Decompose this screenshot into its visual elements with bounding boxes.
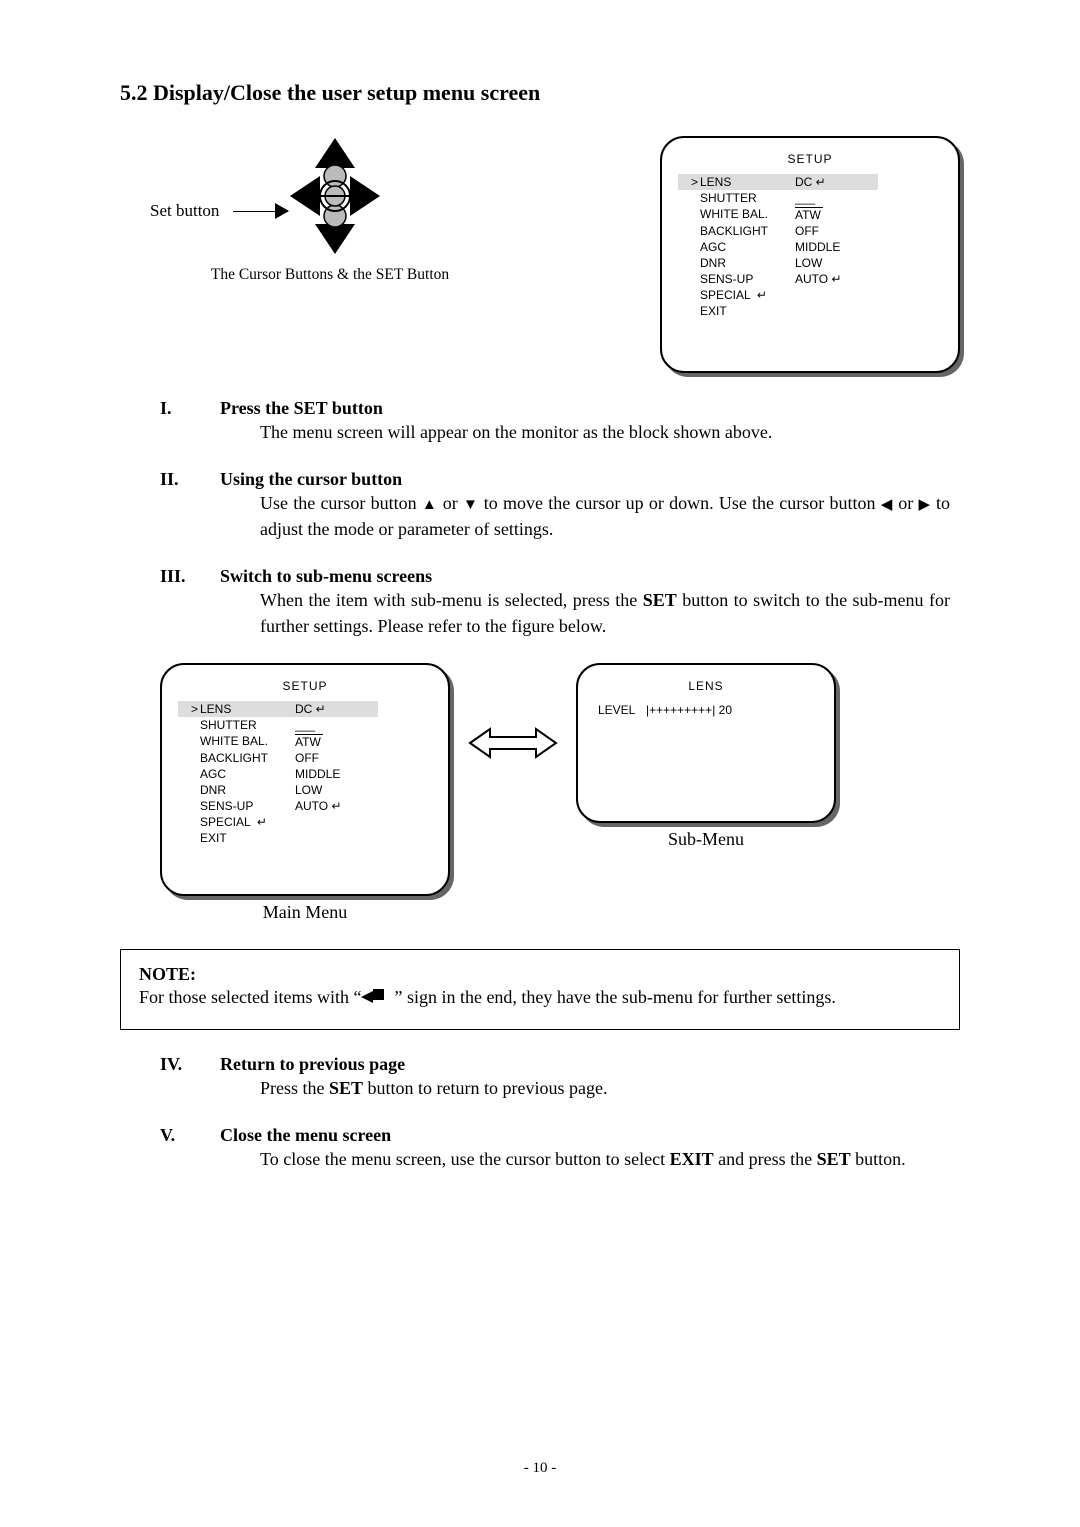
step-body: The menu screen will appear on the monit… (260, 419, 950, 445)
level-label: LEVEL (598, 703, 646, 717)
cursor-buttons-icon (260, 136, 410, 256)
right-arrow-icon: ▶ (918, 496, 930, 513)
cursor-button-figure: Set button The Cursor Buttons & the SET (120, 136, 500, 306)
main-menu-figure: SETUP >LENSDC ↵ SHUTTER___ WHITE BAL.ATW… (160, 663, 450, 923)
up-arrow-icon: ▲ (422, 496, 438, 513)
menu-row: SENS-UPAUTO ↵ (678, 271, 936, 287)
bidirectional-arrow-icon (468, 723, 558, 763)
setup-menu-box-top: SETUP >LENSDC ↵ SHUTTER___ WHITE BAL.ATW… (660, 136, 960, 373)
note-box: NOTE: For those selected items with “ ” … (120, 949, 960, 1029)
menu-row: >LENSDC ↵ (678, 174, 878, 190)
step-roman: II. (160, 469, 220, 490)
cursor-figure-caption: The Cursor Buttons & the SET Button (160, 266, 500, 284)
sub-menu-caption: Sub-Menu (576, 829, 836, 850)
step-title: Close the menu screen (220, 1125, 391, 1146)
menu-row: WHITE BAL.ATW (678, 206, 936, 223)
step-body: To close the menu screen, use the cursor… (260, 1146, 950, 1172)
menu-row: AGCMIDDLE (178, 766, 426, 782)
menu-row: BACKLIGHTOFF (178, 750, 426, 766)
step-roman: IV. (160, 1054, 220, 1075)
menu-row: BACKLIGHTOFF (678, 223, 936, 239)
menu-row: SHUTTER___ (178, 717, 426, 733)
menu-row: DNRLOW (178, 782, 426, 798)
enter-sign-icon (361, 989, 385, 1005)
menu-row: SPECIAL ↵ (678, 287, 936, 303)
down-arrow-icon: ▼ (463, 496, 479, 513)
step-roman: I. (160, 398, 220, 419)
page-number: - 10 - (120, 1460, 960, 1477)
set-button-pointer-head (275, 203, 289, 219)
note-title: NOTE: (139, 964, 941, 985)
step-body: When the item with sub-menu is selected,… (260, 587, 950, 639)
step-title: Switch to sub-menu screens (220, 566, 432, 587)
menu-row: SENS-UPAUTO ↵ (178, 798, 426, 814)
step-roman: III. (160, 566, 220, 587)
step-body: Press the SET button to return to previo… (260, 1075, 950, 1101)
menu-row: SHUTTER___ (678, 190, 936, 206)
set-button-label: Set button (150, 201, 219, 221)
section-title: 5.2 Display/Close the user setup menu sc… (120, 80, 960, 106)
setup-menu-title: SETUP (662, 152, 958, 166)
level-bar: |+++++++++| 20 (646, 703, 732, 717)
menu-row: AGCMIDDLE (678, 239, 936, 255)
step-title: Using the cursor button (220, 469, 402, 490)
menu-row: DNRLOW (678, 255, 936, 271)
menu-row: SPECIAL ↵ (178, 814, 426, 830)
left-arrow-icon: ◀ (881, 496, 893, 513)
step-body: Use the cursor button ▲ or ▼ to move the… (260, 490, 950, 542)
sub-menu-figure: LENS LEVEL |+++++++++| 20 Sub-Menu (576, 663, 836, 850)
menu-row: WHITE BAL.ATW (178, 733, 426, 750)
menu-row: EXIT (678, 303, 936, 319)
step-title: Press the SET button (220, 398, 383, 419)
step-roman: V. (160, 1125, 220, 1146)
setup-menu-title: SETUP (162, 679, 448, 693)
step-title: Return to previous page (220, 1054, 405, 1075)
main-menu-caption: Main Menu (160, 902, 450, 923)
menu-row: >LENSDC ↵ (178, 701, 378, 717)
menu-row: EXIT (178, 830, 426, 846)
sub-menu-title: LENS (578, 679, 834, 693)
